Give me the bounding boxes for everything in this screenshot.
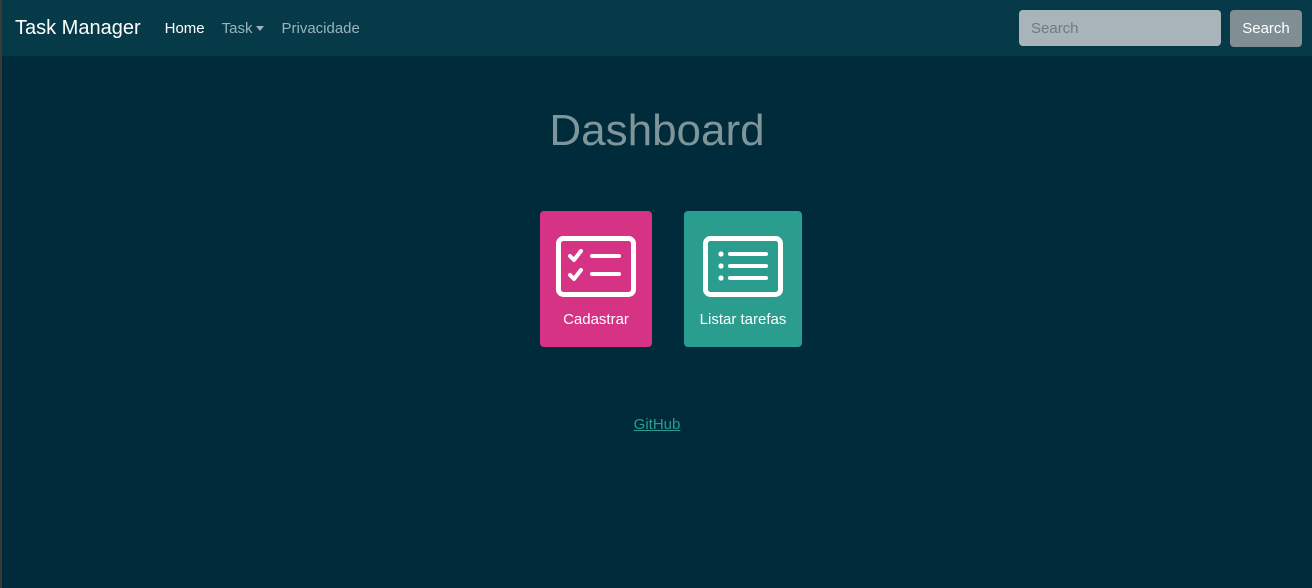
cadastrar-tile[interactable]: Cadastrar	[540, 211, 652, 347]
navbar: Task Manager Home Task Privacidade Searc…	[2, 0, 1312, 56]
nav-dropdown-task[interactable]: Task	[222, 20, 265, 37]
search-input[interactable]	[1019, 10, 1221, 46]
brand-link[interactable]: Task Manager	[15, 17, 141, 40]
dashboard-tiles: Cadastrar Listar tarefas	[2, 211, 1312, 347]
nav-link-task-label: Task	[221, 19, 253, 37]
nav-link-home[interactable]: Home	[165, 20, 205, 37]
footer: GitHub	[2, 416, 1312, 434]
cadastrar-label: Cadastrar	[563, 311, 629, 328]
checklist-icon	[556, 236, 636, 297]
nav-link-privacidade-label: Privacidade	[281, 19, 360, 37]
app-window: Task Manager Home Task Privacidade Searc…	[0, 0, 1312, 588]
page-title: Dashboard	[549, 106, 765, 155]
nav-link-home-label: Home	[164, 19, 205, 37]
caret-down-icon	[256, 26, 265, 31]
nav-link-privacidade[interactable]: Privacidade	[281, 20, 359, 37]
listar-tarefas-tile[interactable]: Listar tarefas	[684, 211, 802, 347]
github-link[interactable]: GitHub	[634, 416, 681, 433]
list-icon	[703, 236, 783, 297]
search-button[interactable]: Search	[1230, 9, 1302, 47]
listar-tarefas-label: Listar tarefas	[699, 311, 787, 328]
